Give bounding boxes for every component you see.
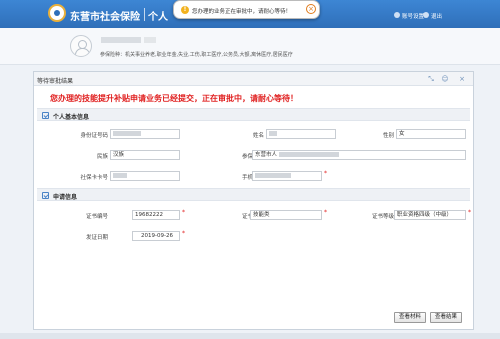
insurance-types: 参保险种：机关事业养老,职业年金,失业,工伤,职工医疗,公务员,大额,离休医疗,… — [100, 52, 293, 58]
edit-icon — [42, 192, 49, 199]
id-number-field[interactable] — [110, 129, 180, 139]
application-section-header: 申请信息 — [37, 188, 470, 201]
phone-field[interactable] — [252, 171, 322, 181]
issue-date-field[interactable]: 2019-09-26 — [132, 231, 180, 241]
cert-number-field[interactable]: 19682222 — [132, 210, 180, 220]
toast-message: 您办理的业务正在审批中，请耐心等待！ — [192, 9, 292, 15]
required-marker: * — [182, 230, 185, 237]
shrink-icon[interactable]: ⤡ — [427, 75, 435, 83]
edit-icon — [42, 112, 49, 119]
phone-redacted — [255, 173, 291, 178]
id-number-label: 身份证号码 — [80, 133, 108, 139]
view-result-button[interactable]: 查看结果 — [430, 312, 462, 323]
id-number-redacted — [113, 131, 141, 136]
cert-type-field[interactable]: 技能类 — [250, 210, 322, 220]
ssn-redacted — [113, 173, 127, 178]
ssn-label: 社保卡卡号 — [80, 175, 108, 181]
required-marker: * — [324, 209, 327, 216]
cert-level-field[interactable]: 职业资格四级（中级） — [394, 210, 466, 220]
employer-value: 东营市人 — [255, 152, 278, 158]
user-name-redacted-2 — [144, 37, 156, 43]
ethnicity-field[interactable]: 汉族 — [110, 150, 180, 160]
user-icon[interactable]: ☺ — [441, 75, 449, 83]
employer-field[interactable]: 东营市人 — [252, 150, 466, 160]
view-materials-button[interactable]: 查看材料 — [394, 312, 426, 323]
social-insurance-logo — [48, 4, 66, 22]
close-icon[interactable]: × — [458, 75, 466, 83]
user-name-redacted — [101, 37, 141, 43]
close-icon[interactable]: × — [306, 4, 316, 14]
required-marker: * — [182, 209, 185, 216]
issue-date-label: 发证日期 — [85, 235, 108, 241]
warning-icon: ! — [181, 6, 189, 14]
gender-field[interactable]: 女 — [396, 129, 466, 139]
section-title: 申请信息 — [53, 194, 78, 201]
approval-result-panel: 等待审批结果 ⤡ ☺ × 您办理的技能提升补贴申请业务已经提交，正在审批中，请耐… — [33, 71, 474, 330]
title-divider — [144, 8, 145, 21]
status-toast: ! 您办理的业务正在审批中，请耐心等待！ × — [173, 0, 320, 19]
ethnicity-label: 民族 — [96, 154, 108, 160]
logout-link[interactable]: 退出 — [431, 12, 442, 20]
bottom-strip — [0, 333, 500, 339]
required-marker: * — [324, 170, 327, 177]
panel-title: 等待审批结果 — [37, 78, 74, 85]
gender-label: 性别 — [382, 133, 394, 139]
employer-redacted — [279, 152, 340, 157]
approval-alert: 您办理的技能提升补贴申请业务已经提交，正在审批中，请耐心等待！ — [50, 94, 298, 103]
ssn-field[interactable] — [110, 171, 180, 181]
name-field[interactable] — [266, 129, 336, 139]
cert-level-label: 证书等级 — [371, 214, 394, 220]
section-title: 个人基本信息 — [53, 114, 90, 121]
avatar — [70, 35, 92, 57]
panel-header: 等待审批结果 ⤡ ☺ × — [34, 72, 473, 86]
account-settings-link[interactable]: 账号设置 — [402, 12, 424, 20]
app-subtitle: 个人 — [148, 12, 168, 23]
required-marker: * — [468, 209, 471, 216]
user-icon — [394, 12, 400, 18]
name-redacted — [269, 131, 277, 136]
personal-info-section-header: 个人基本信息 — [37, 108, 470, 121]
app-title: 东营市社会保险 — [70, 12, 140, 23]
cert-number-label: 证书编号 — [85, 214, 108, 220]
name-label: 姓名 — [252, 133, 264, 139]
logout-icon — [423, 12, 429, 18]
